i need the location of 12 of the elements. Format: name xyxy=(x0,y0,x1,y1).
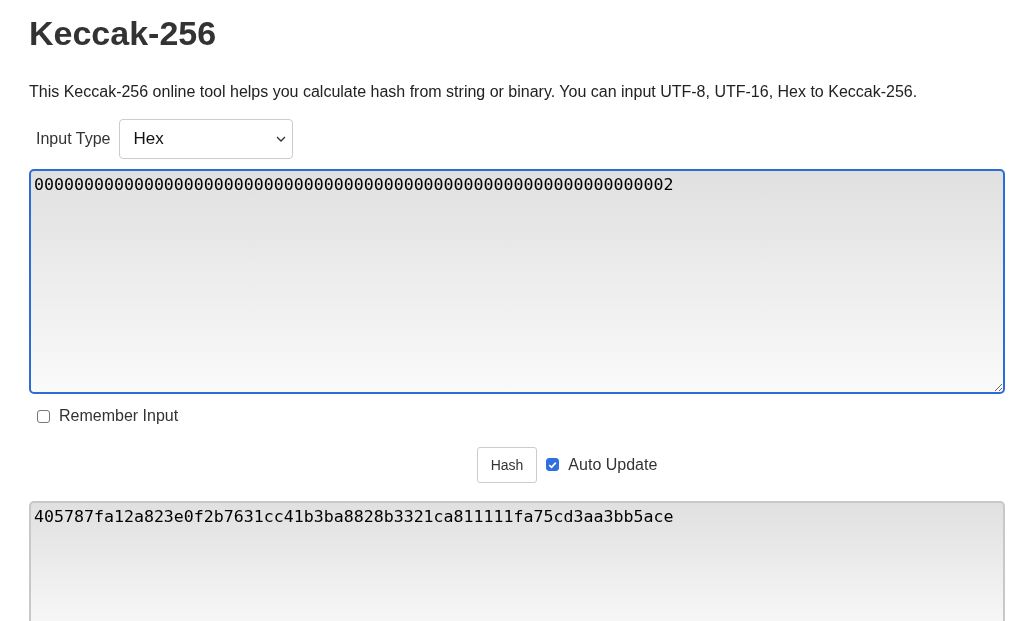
hash-button[interactable]: Hash xyxy=(476,446,538,483)
input-type-label: Input Type xyxy=(36,130,111,148)
output-textarea[interactable]: 405787fa12a823e0f2b7631cc41b3ba8828b3321ca811111fa75cd3aa3bb5ace xyxy=(29,500,1005,621)
remember-input-label: Remember Input xyxy=(59,407,179,425)
auto-update-label: Auto Update xyxy=(568,455,658,474)
input-type-dropdown[interactable]: Hex xyxy=(119,119,294,159)
checkbox[interactable] xyxy=(37,409,50,423)
caret-icon xyxy=(276,136,287,142)
checkbox[interactable] xyxy=(546,458,560,471)
page-title: Keccak-256 xyxy=(29,13,218,53)
description-text: This Keccak-256 online tool helps you calculate hash from string or binary. You can input UTF-8, UTF-16, Hex to Keccak-256. xyxy=(29,82,919,102)
input-textarea[interactable]: 0000000000000000000000000000000000000000000000000000000000000002 xyxy=(29,169,1005,394)
